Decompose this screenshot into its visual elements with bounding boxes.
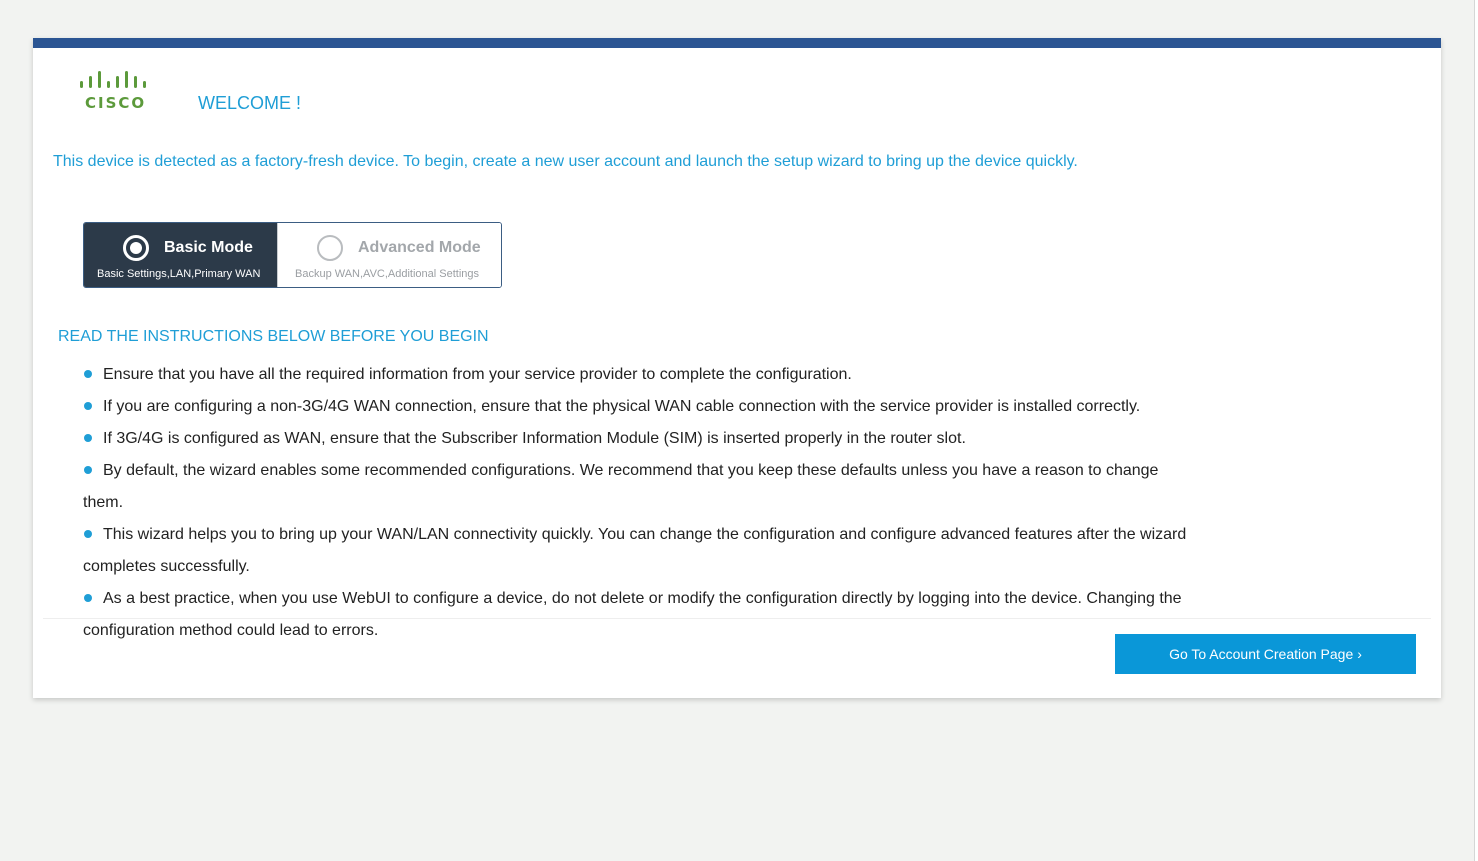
bullet-icon [84,433,92,442]
basic-mode-subtitle: Basic Settings,LAN,Primary WAN [97,268,261,280]
instruction-item: If you are configuring a non-3G/4G WAN c… [83,391,1193,423]
radio-unselected-icon[interactable] [317,235,343,261]
bullet-icon [84,369,92,378]
instruction-text: By default, the wizard enables some reco… [83,462,1159,511]
intro-text: This device is detected as a factory-fre… [53,153,1078,170]
cisco-logo-text: CISCO [85,94,147,112]
instructions-heading: READ THE INSTRUCTIONS BELOW BEFORE YOU B… [58,328,489,345]
cisco-logo: CISCO [79,68,149,114]
advanced-mode-option[interactable]: Advanced Mode Backup WAN,AVC,Additional … [277,223,501,287]
instruction-item: If 3G/4G is configured as WAN, ensure th… [83,423,1193,455]
bullet-icon [84,593,92,602]
instruction-text: If 3G/4G is configured as WAN, ensure th… [103,430,966,447]
instruction-text: This wizard helps you to bring up your W… [83,526,1187,575]
instruction-text: As a best practice, when you use WebUI t… [83,590,1182,639]
instruction-item: By default, the wizard enables some reco… [83,455,1193,519]
footer-divider [43,618,1431,619]
advanced-mode-subtitle: Backup WAN,AVC,Additional Settings [295,268,480,280]
basic-mode-option[interactable]: Basic Mode Basic Settings,LAN,Primary WA… [84,223,277,287]
instructions-list: Ensure that you have all the required in… [83,359,1193,647]
go-to-account-creation-button[interactable]: Go To Account Creation Page › [1115,634,1416,674]
cisco-bridge-icon [80,71,146,88]
instruction-text: Ensure that you have all the required in… [103,366,852,383]
advanced-mode-title: Advanced Mode [358,239,481,256]
radio-selected-icon[interactable] [123,235,149,261]
instruction-text: If you are configuring a non-3G/4G WAN c… [103,398,1141,415]
chevron-right-icon: › [1357,646,1362,662]
instruction-item: As a best practice, when you use WebUI t… [83,583,1193,647]
bullet-icon [84,529,92,538]
basic-mode-title: Basic Mode [164,239,253,256]
window-edge [1474,0,1478,861]
bullet-icon [84,465,92,474]
instruction-item: Ensure that you have all the required in… [83,359,1193,391]
bullet-icon [84,401,92,410]
mode-toggle: Basic Mode Basic Settings,LAN,Primary WA… [83,222,502,288]
welcome-panel: CISCO WELCOME ! This device is detected … [33,38,1441,698]
instruction-item: This wizard helps you to bring up your W… [83,519,1193,583]
go-to-account-label: Go To Account Creation Page [1169,646,1354,662]
welcome-title: WELCOME ! [198,93,302,113]
